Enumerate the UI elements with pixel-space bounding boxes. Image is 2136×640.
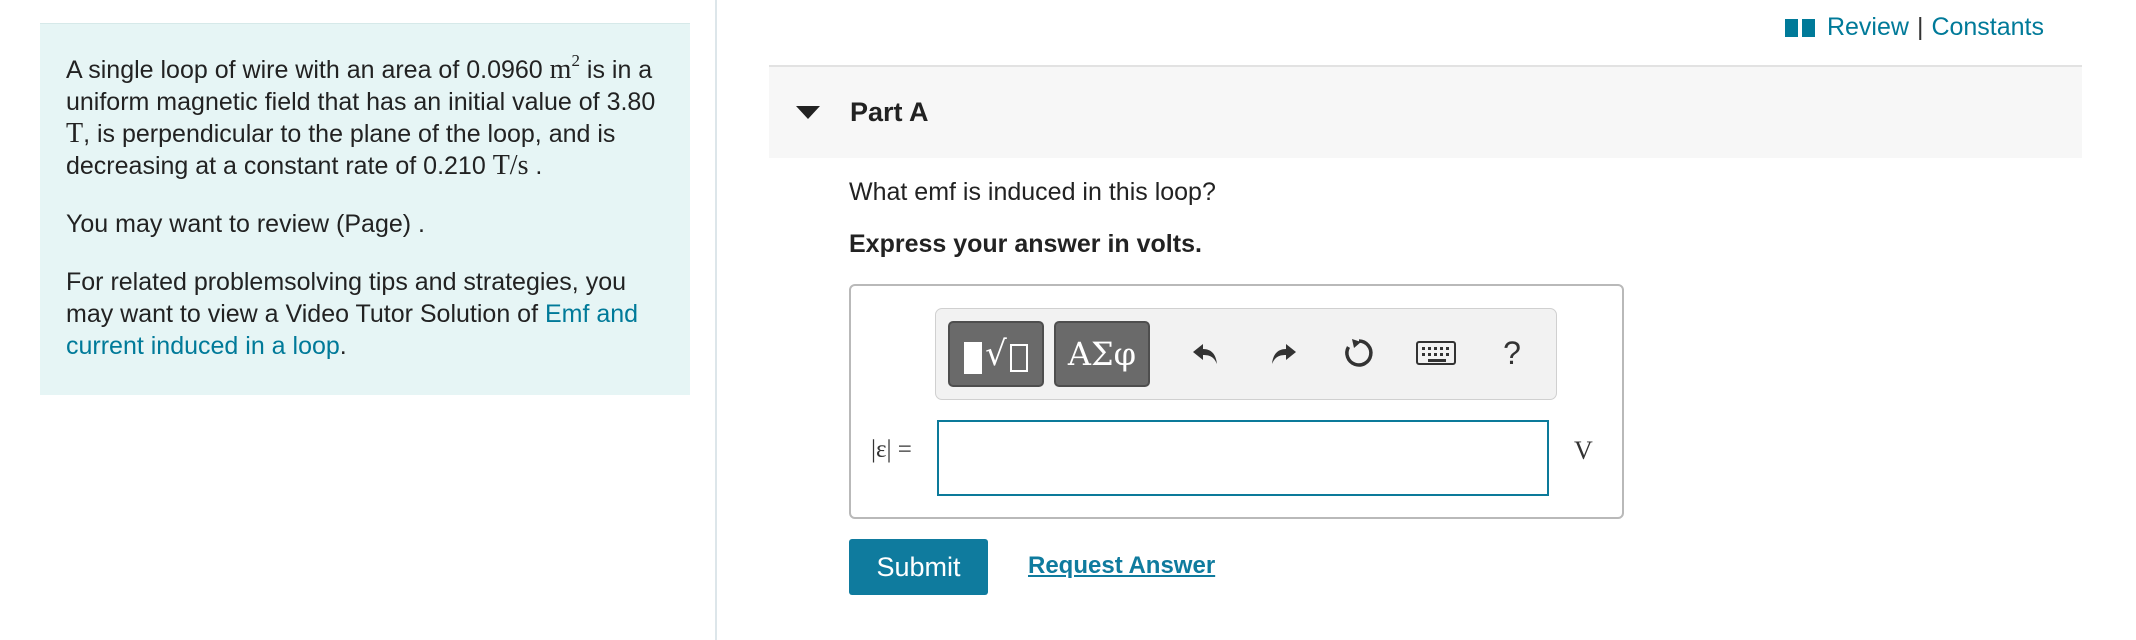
tutor-note-text: For related problemsolving tips and stra… xyxy=(66,268,627,328)
top-links: Review | Constants xyxy=(1784,13,2044,42)
problem-text: . xyxy=(528,152,543,180)
review-note: You may want to review (Page) . xyxy=(66,210,425,238)
area-unit-symbol: m xyxy=(549,54,572,85)
submit-button[interactable]: Submit xyxy=(849,539,988,595)
area-unit-exponent: 2 xyxy=(571,51,580,70)
answer-instruction: Express your answer in volts. xyxy=(849,230,1202,258)
rate-unit: T/s xyxy=(492,150,529,181)
answer-input[interactable] xyxy=(937,420,1549,496)
link-separator: | xyxy=(1916,13,1924,41)
question-text: What emf is induced in this loop? xyxy=(849,178,1216,206)
redo-icon[interactable] xyxy=(1261,331,1305,375)
undo-icon[interactable] xyxy=(1184,331,1228,375)
part-title: Part A xyxy=(850,97,929,127)
part-a-header[interactable]: Part A xyxy=(769,67,2082,158)
problem-text: A single loop of wire with an area of 0.… xyxy=(66,56,550,84)
answer-box: √ ΑΣφ ? |ε| = V xyxy=(849,284,1624,519)
review-link[interactable]: Review xyxy=(1827,13,1909,42)
problem-panel: A single loop of wire with an area of 0.… xyxy=(40,23,690,395)
help-button[interactable]: ? xyxy=(1490,331,1534,375)
unit-label: V xyxy=(1574,436,1593,465)
request-answer-link[interactable]: Request Answer xyxy=(1028,552,1215,580)
tutor-note-end: . xyxy=(339,332,347,360)
field-unit: T xyxy=(66,118,84,149)
templates-icon: √ xyxy=(964,334,1028,374)
keyboard-icon[interactable] xyxy=(1414,331,1458,375)
book-icon xyxy=(1784,17,1815,39)
problem-statement: A single loop of wire with an area of 0.… xyxy=(66,51,664,182)
reset-icon[interactable] xyxy=(1337,331,1381,375)
math-toolbar: √ ΑΣφ ? xyxy=(935,308,1557,400)
tutor-note: For related problemsolving tips and stra… xyxy=(66,266,664,362)
answer-label: |ε| = xyxy=(871,436,912,463)
caret-down-icon[interactable] xyxy=(796,106,820,119)
templates-button[interactable]: √ xyxy=(948,321,1044,387)
panel-divider xyxy=(715,0,717,640)
constants-link[interactable]: Constants xyxy=(1931,13,2044,42)
greek-symbols-label: ΑΣφ xyxy=(1067,335,1137,373)
area-unit: m2 xyxy=(549,51,580,85)
greek-symbols-button[interactable]: ΑΣφ xyxy=(1054,321,1150,387)
